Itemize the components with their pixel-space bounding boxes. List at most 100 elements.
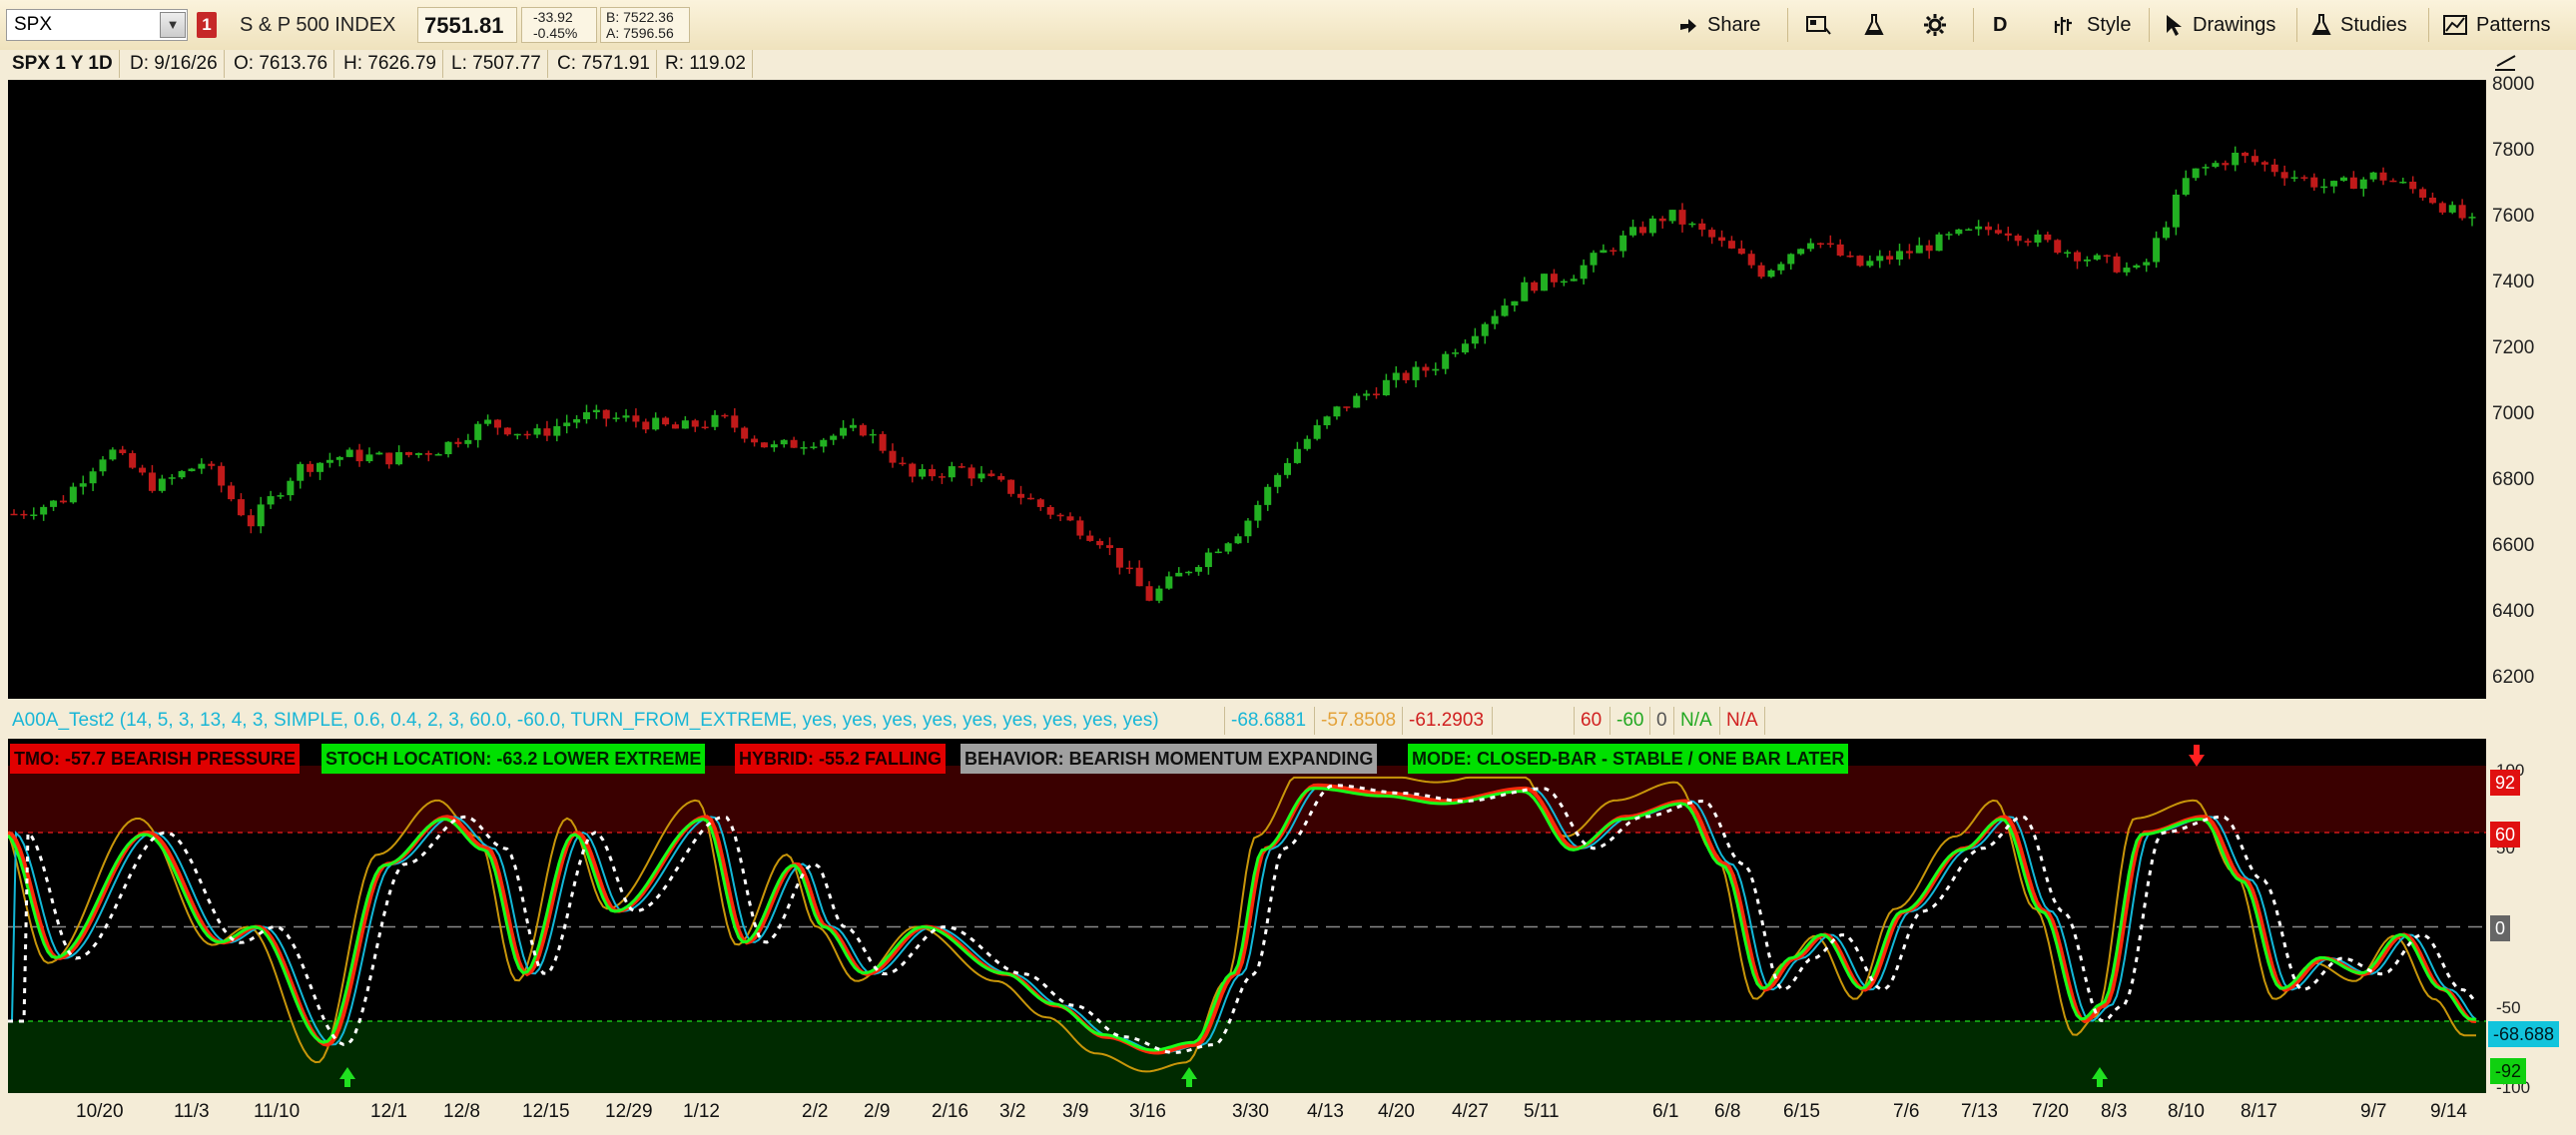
date-axis-tick: 3/2 [999,1101,1026,1122]
candle-body [30,514,38,516]
candle-body [277,495,285,497]
candle-body [1056,514,1064,517]
candle-body [119,449,127,453]
patterns-button[interactable]: Patterns [2442,8,2550,42]
candle-body [1521,282,1529,301]
study-value-8: N/A [1719,707,1765,735]
candle-body [1876,256,1884,262]
study-value-4: 60 [1574,707,1608,735]
candle-body [1550,274,1558,283]
candle-body [1915,245,1923,254]
patterns-label: Patterns [2476,13,2551,36]
candle-body [1619,235,1627,252]
candle-body [287,480,295,496]
candle-body [1846,255,1854,258]
oscillator-chart[interactable] [6,739,2486,1094]
ask-price: A: 7596.56 [606,25,674,41]
candle-body [2251,156,2258,163]
candle-body [2320,186,2328,189]
drawings-button[interactable]: Drawings [2163,8,2275,42]
settings-button[interactable] [1923,8,1947,42]
candle-body [2409,181,2417,190]
candle-body [2359,179,2367,190]
candle-body [2123,268,2131,273]
date-axis-tick: 9/14 [2430,1101,2467,1122]
candle-body [2202,167,2210,169]
candle-body [1283,462,1291,475]
price-axis-tick: 7000 [2492,403,2535,424]
candle-body [1737,248,1745,255]
candle-body [1541,274,1549,291]
candle-body [1896,251,1904,261]
candle-body [800,447,808,449]
toolbar-divider [2149,8,2150,42]
candle-body [523,433,531,436]
bar-high: H: 7626.79 [337,50,443,78]
candle-body [2468,217,2476,219]
price-axis-tick: 7800 [2492,140,2535,161]
alert-icon[interactable]: 1 [197,12,217,38]
candle-body [1658,218,1666,222]
candle-body [671,424,679,429]
style-button[interactable]: Style [2053,8,2131,42]
candle-body [2133,265,2141,269]
candle-body [20,513,28,516]
candle-body [1432,368,1440,371]
candle-body [228,485,236,500]
candle-body [2044,234,2052,241]
sell-arrow [2189,745,2205,767]
candle-body [751,438,759,443]
candle-body [919,468,927,477]
candle-body [889,450,897,463]
tag-stoch: STOCH LOCATION: -63.2 LOWER EXTREME [322,744,706,774]
osc-tick-m50: -50 [2496,998,2521,1017]
price-axis-tick: 6400 [2492,601,2535,622]
lab-button[interactable] [1863,8,1885,42]
candle-body [395,451,403,465]
candle-body [1452,352,1460,354]
candle-body [168,477,176,479]
candle-body [721,414,729,417]
price-candles [10,146,2476,604]
candle-body [652,417,660,430]
candle-body [1816,243,1824,246]
date-axis-tick: 3/30 [1232,1101,1269,1122]
badge-upper-level: 60 [2490,822,2521,848]
candle-body [237,499,245,516]
candle-body [198,463,206,469]
studies-button[interactable]: Studies [2310,8,2407,42]
timeframe-button[interactable]: D [1993,8,2007,42]
candle-body [810,446,818,448]
candle-body [503,427,511,435]
candle-body [1036,499,1044,507]
candle-body [711,414,719,427]
candle-body [2083,259,2091,262]
candle-body [622,415,630,418]
grid-button[interactable] [1805,8,1831,42]
drawings-label: Drawings [2193,13,2276,36]
bar-date: D: 9/16/26 [124,50,225,78]
candle-body [1668,210,1676,222]
candle-body [1145,586,1153,601]
date-axis-tick: 4/13 [1307,1101,1344,1122]
candle-body [2369,172,2377,180]
date-axis-tick: 12/8 [443,1101,480,1122]
symbol-text: SPX [14,14,53,35]
date-axis-tick: 12/15 [522,1101,570,1122]
candle-body [513,433,521,436]
last-price: 7551.81 [424,13,504,38]
candle-body [1511,300,1519,306]
candle-body [1757,265,1765,278]
candle-body [454,441,462,444]
price-chart[interactable] [8,80,2486,699]
candle-body [1353,395,1361,408]
date-axis-tick: 4/27 [1452,1101,1489,1122]
candle-body [977,473,985,479]
symbol-dropdown-button[interactable]: ▼ [160,12,186,38]
bar-open: O: 7613.76 [228,50,335,78]
share-button[interactable]: Share [1677,8,1760,42]
candle-body [2172,194,2180,228]
candle-body [1777,264,1785,271]
date-axis-tick: 6/15 [1783,1101,1820,1122]
date-axis-tick: 11/10 [254,1101,301,1122]
